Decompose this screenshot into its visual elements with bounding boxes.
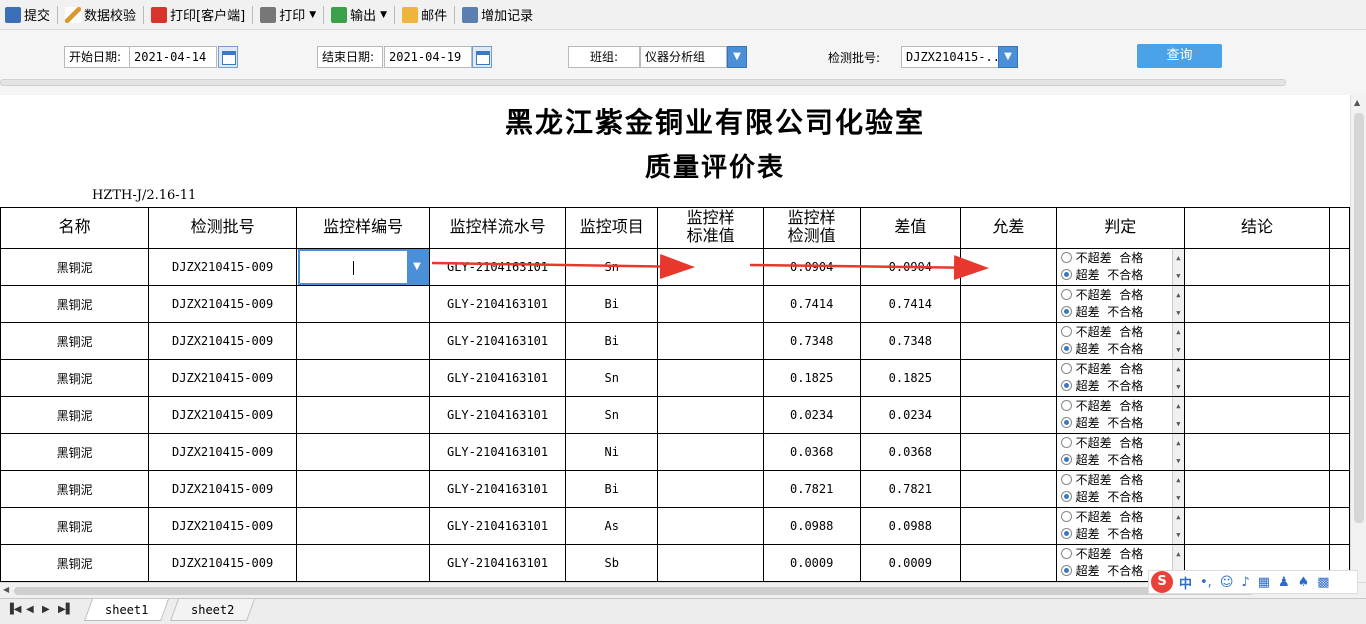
ime-toolbar[interactable]: S 中 •, ☺ ♪ ▦ ♟ ♠ ▩ (1148, 570, 1358, 594)
pencil-icon (65, 6, 82, 23)
toolbar-separator (143, 5, 145, 24)
start-date-input[interactable]: 2021-04-14 (129, 46, 217, 68)
export-icon (331, 6, 348, 23)
scroll-left-icon[interactable]: ◀ (3, 585, 9, 594)
add-record-button[interactable]: 增加记录 (457, 0, 538, 30)
filter-bar: 开始日期: 2021-04-14 结束日期: 2021-04-19 班组: 仪器… (0, 30, 1366, 95)
batch-label: 检测批号: (828, 51, 881, 65)
top-scrollbar[interactable] (0, 79, 1286, 86)
sogou-logo-icon[interactable]: S (1151, 571, 1173, 593)
user-icon[interactable]: ♟ (1278, 575, 1290, 590)
printer-icon (260, 6, 277, 23)
validate-button[interactable]: 数据校验 (60, 0, 141, 30)
export-button[interactable]: 输出 ▼ (326, 0, 392, 30)
toolbar-separator (394, 5, 396, 24)
ime-mode[interactable]: 中 (1179, 573, 1192, 592)
pdf-icon (151, 6, 168, 23)
tab-sheet1[interactable]: sheet1 (83, 599, 170, 621)
first-sheet-icon[interactable]: ▐◀ (6, 604, 21, 615)
annotation-arrows (431, 254, 989, 281)
emoji-icon[interactable]: ☺ (1220, 575, 1234, 590)
submit-icon (5, 6, 21, 23)
next-sheet-icon[interactable]: ▶ (42, 604, 50, 615)
toolbar-separator (252, 5, 254, 24)
red-arrow (431, 254, 695, 280)
end-date-label: 结束日期: (317, 46, 383, 68)
scroll-up-icon[interactable]: ▲ (1354, 98, 1360, 107)
chevron-down-icon: ▼ (380, 9, 388, 20)
group-select[interactable]: 仪器分析组 (640, 46, 727, 68)
mail-button[interactable]: 邮件 (397, 0, 452, 30)
shirt-icon[interactable]: ♠ (1298, 575, 1310, 590)
sheet-tab-bar: ▐◀ ◀ ▶ ▶▌ sheet1 sheet2 (0, 598, 1366, 624)
red-arrow (749, 255, 989, 281)
print-button[interactable]: 打印 ▼ (255, 0, 321, 30)
query-button[interactable]: 查询 (1137, 44, 1222, 68)
chevron-down-icon[interactable]: ▼ (727, 46, 747, 68)
ime-punctuation[interactable]: •, (1200, 575, 1212, 590)
group-label: 班组: (568, 46, 640, 68)
envelope-icon (402, 6, 419, 23)
report-sheet: 黑龙江紫金铜业有限公司化验室 质量评价表 HZTH-J/2.16-11 名称 检测… (0, 95, 1350, 582)
add-record-icon (462, 6, 479, 23)
horizontal-scroll-thumb[interactable] (14, 587, 1254, 595)
toolbar-separator (57, 5, 59, 24)
last-sheet-icon[interactable]: ▶▌ (58, 604, 73, 615)
calendar-icon[interactable] (218, 46, 238, 68)
batch-select[interactable]: DJZX210415-... (901, 46, 1007, 68)
tab-sheet2[interactable]: sheet2 (169, 599, 256, 621)
prev-sheet-icon[interactable]: ◀ (26, 604, 34, 615)
toolbar: 提交 数据校验 打印[客户端] 打印 ▼ 输出 ▼ 邮件 增加记录 (0, 0, 1366, 30)
grid-icon[interactable]: ▩ (1317, 575, 1329, 590)
calendar-icon[interactable] (472, 46, 492, 68)
chevron-down-icon: ▼ (309, 9, 317, 20)
toolbar-separator (454, 5, 456, 24)
chevron-down-icon[interactable]: ▼ (998, 46, 1018, 68)
print-client-button[interactable]: 打印[客户端] (146, 0, 250, 30)
vertical-scroll-thumb[interactable] (1354, 113, 1364, 523)
keyboard-icon[interactable]: ▦ (1258, 575, 1270, 590)
start-date-label: 开始日期: (64, 46, 130, 68)
microphone-icon[interactable]: ♪ (1241, 575, 1249, 590)
toolbar-separator (323, 5, 325, 24)
vertical-scrollbar[interactable]: ▲ (1350, 95, 1366, 582)
end-date-input[interactable]: 2021-04-19 (384, 46, 472, 68)
submit-button[interactable]: 提交 (0, 0, 55, 30)
